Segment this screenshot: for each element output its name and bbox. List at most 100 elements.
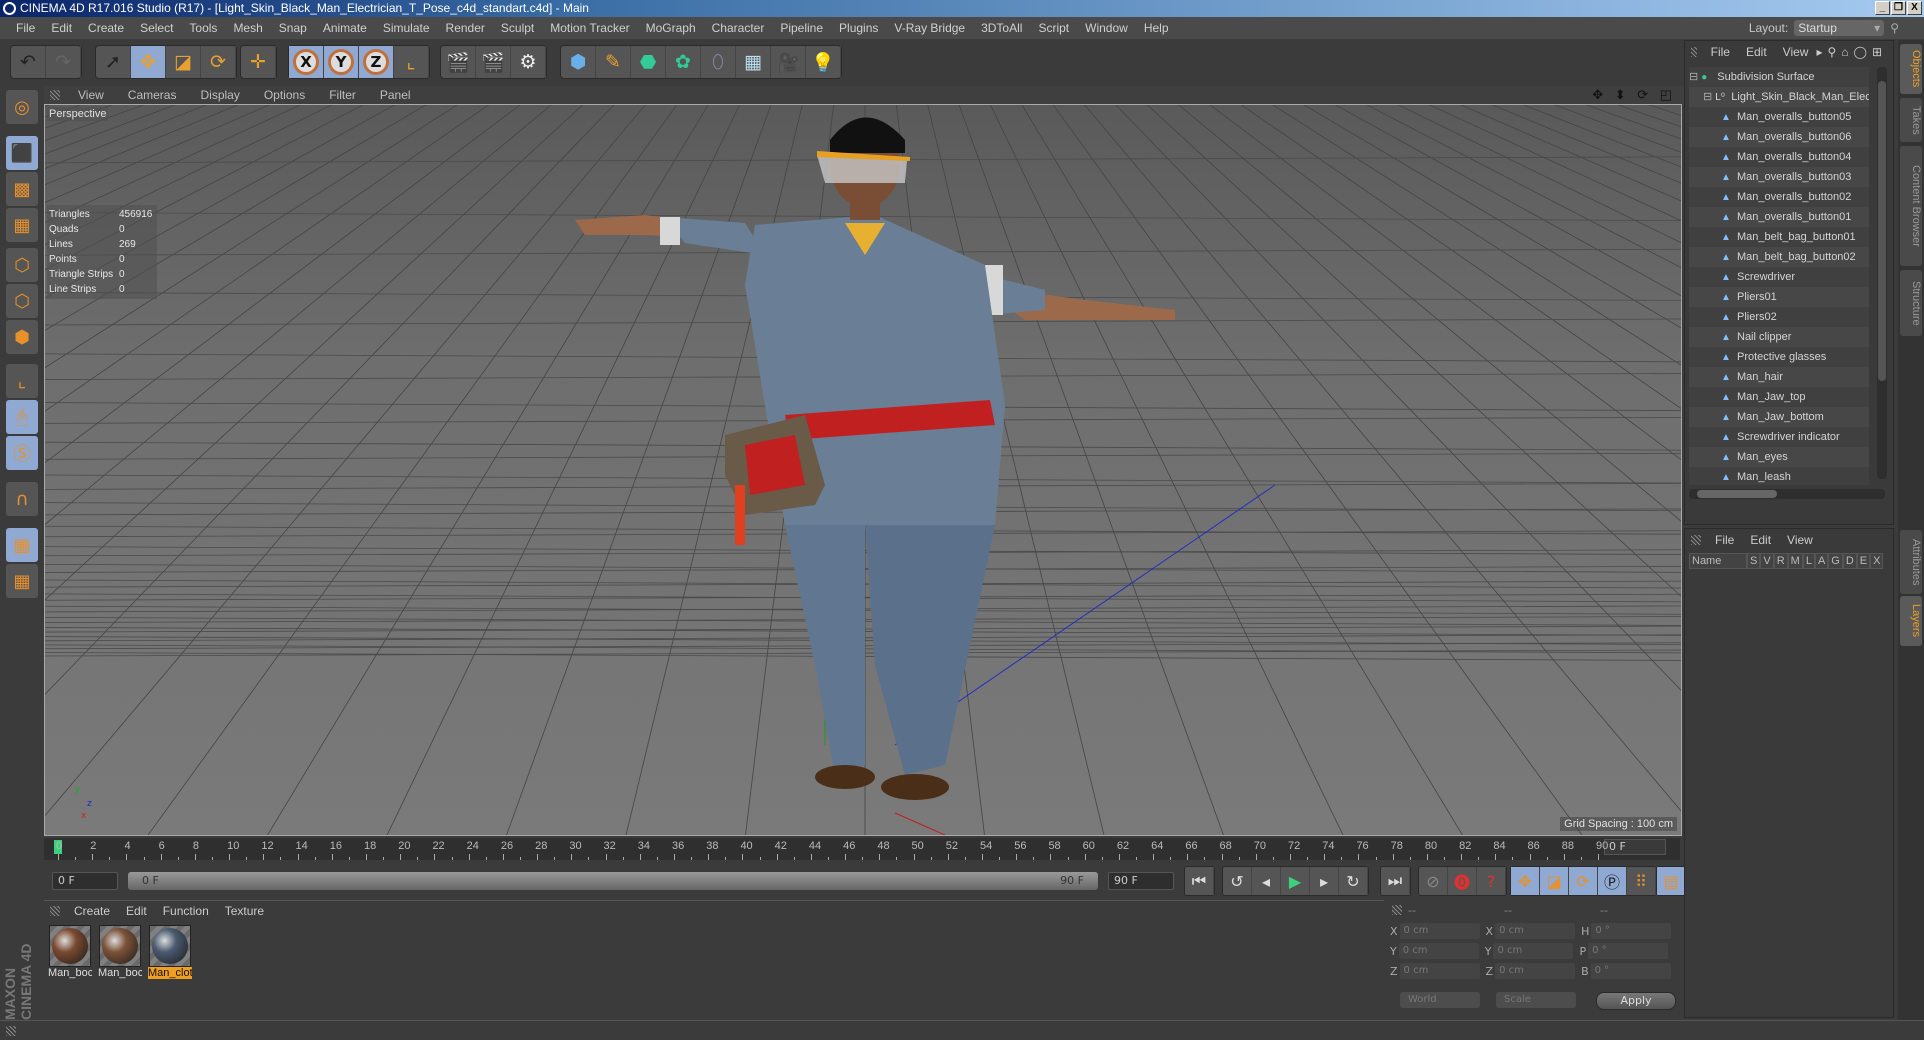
object-tree-item[interactable]: ▲ Man_overalls_button01 — [1689, 207, 1869, 227]
rotation-field[interactable]: 0 ° — [1590, 963, 1671, 979]
object-tree-item[interactable]: ▲ Screwdriver — [1689, 267, 1869, 287]
menu-edit[interactable]: Edit — [43, 21, 80, 35]
viewport-menu-filter[interactable]: Filter — [317, 88, 368, 102]
y-axis-lock-icon[interactable]: Y — [324, 46, 359, 78]
workplane-align-icon[interactable]: ▦ — [6, 564, 38, 598]
tab-layers[interactable]: Layers — [1900, 596, 1922, 646]
key-position-icon[interactable]: ✥ — [1511, 867, 1540, 895]
object-manager-tools-icons[interactable]: ▸⚲⌂◯⊞ — [1816, 45, 1887, 59]
object-tree-item[interactable]: ▲ Man_Jaw_top — [1689, 387, 1869, 407]
edges-mode-icon[interactable]: ⬡ — [6, 284, 38, 318]
object-root[interactable]: ⊟ ● Subdivision Surface — [1689, 67, 1869, 87]
timeline-ruler[interactable]: 0 F 0 2 4 6 8 10 12 14 16 18 20 22 24 26 28 30 32 34 36 38 4… — [44, 838, 1680, 860]
pen-spline-icon[interactable]: ✎ — [596, 46, 631, 78]
menu-create[interactable]: Create — [80, 21, 132, 35]
layers-menu-edit[interactable]: Edit — [1742, 533, 1779, 547]
rotate-icon[interactable]: ⟳ — [201, 46, 236, 78]
search-icon[interactable]: ⚲ — [1890, 21, 1899, 35]
x-axis-lock-icon[interactable]: X — [289, 46, 324, 78]
menu-tools[interactable]: Tools — [181, 21, 225, 35]
object-vertical-scrollbar[interactable] — [1877, 67, 1887, 479]
key-scale-icon[interactable]: ◪ — [1540, 867, 1569, 895]
goto-start-icon[interactable]: ⏮ — [1185, 867, 1214, 895]
close-button[interactable]: X — [1907, 1, 1922, 15]
panel-grip-icon[interactable] — [1691, 47, 1697, 57]
menu-plugins[interactable]: Plugins — [831, 21, 886, 35]
menu-pipeline[interactable]: Pipeline — [772, 21, 831, 35]
material-swatch[interactable]: Man_boc — [98, 925, 142, 983]
render-settings-icon[interactable]: ⚙ — [511, 46, 546, 78]
size-mode-dropdown[interactable]: Scale — [1496, 992, 1576, 1008]
key-rotation-icon[interactable]: ⟳ — [1569, 867, 1598, 895]
goto-end-icon[interactable]: ⏭ — [1381, 867, 1410, 895]
workplane-lock-icon[interactable]: ▦ — [6, 528, 38, 562]
viewport-menu-cameras[interactable]: Cameras — [116, 88, 189, 102]
object-tree-item[interactable]: ▲ Man_belt_bag_button01 — [1689, 227, 1869, 247]
viewport-menu-options[interactable]: Options — [252, 88, 317, 102]
object-tree-item[interactable]: ▲ Protective glasses — [1689, 347, 1869, 367]
panel-grip-icon[interactable] — [50, 906, 60, 916]
object-tree-item[interactable]: ▲ Man_hair — [1689, 367, 1869, 387]
key-pla-icon[interactable]: ⠿ — [1627, 867, 1656, 895]
menu-mesh[interactable]: Mesh — [225, 21, 270, 35]
render-picture-viewer-icon[interactable]: 🎬 — [476, 46, 511, 78]
viewport-menu-view[interactable]: View — [66, 88, 116, 102]
viewport-navigation-icons[interactable]: ✥ ⬍ ⟳ ◰ — [1592, 87, 1676, 103]
viewport-perspective[interactable]: Perspective Triangles 456916 Quads 0 Lines 26… — [44, 104, 1682, 836]
recent-tool-icon[interactable]: ✛ — [241, 46, 276, 78]
menu-render[interactable]: Render — [438, 21, 493, 35]
undo-icon[interactable]: ↶ — [11, 46, 46, 78]
object-tree-item[interactable]: ▲ Man_eyes — [1689, 447, 1869, 467]
size-field[interactable]: 0 cm — [1493, 943, 1574, 959]
cloner-icon[interactable]: ✿ — [666, 46, 701, 78]
position-field[interactable]: 0 cm — [1399, 963, 1480, 979]
tab-takes[interactable]: Takes — [1900, 98, 1922, 142]
snap-icon[interactable]: ∩ — [6, 482, 38, 516]
play-icon[interactable]: ▶ — [1281, 867, 1310, 895]
points-mode-icon[interactable]: ⬡ — [6, 248, 38, 282]
object-horizontal-scrollbar[interactable] — [1689, 489, 1885, 499]
tab-structure[interactable]: Structure — [1900, 270, 1922, 336]
menu-sculpt[interactable]: Sculpt — [493, 21, 542, 35]
tab-content-browser[interactable]: Content Browser — [1900, 146, 1922, 266]
deformer-icon[interactable]: ⬯ — [701, 46, 736, 78]
object-tree-item[interactable]: ▲ Man_overalls_button05 — [1689, 107, 1869, 127]
tab-objects[interactable]: Objects — [1900, 44, 1922, 94]
model-mode-icon[interactable]: ⬛ — [6, 136, 38, 170]
panel-grip-icon[interactable] — [1691, 535, 1701, 545]
end-frame-field[interactable]: 90 F — [1108, 872, 1174, 890]
object-tree-item[interactable]: ▲ Man_overalls_button03 — [1689, 167, 1869, 187]
key-parameter-icon[interactable]: Ⓟ — [1598, 867, 1627, 895]
restore-button[interactable]: ❐ — [1891, 1, 1906, 15]
make-editable-icon[interactable]: ◎ — [6, 90, 38, 124]
object-tree-item[interactable]: ▲ Man_leash — [1689, 467, 1869, 485]
current-frame-field[interactable]: 0 F — [1604, 839, 1666, 855]
object-tree-item[interactable]: ▲ Screwdriver indicator — [1689, 427, 1869, 447]
autokey-icon[interactable]: ? — [1477, 867, 1506, 895]
object-tree-item[interactable]: ▲ Man_overalls_button06 — [1689, 127, 1869, 147]
size-field[interactable]: 0 cm — [1495, 963, 1576, 979]
material-swatch[interactable]: Man_clot — [148, 925, 192, 983]
layer-column-x[interactable]: X — [1870, 553, 1884, 569]
camera-icon[interactable]: 🎥 — [771, 46, 806, 78]
prev-key-icon[interactable]: ↺ — [1223, 867, 1252, 895]
coordinate-mode-dropdown[interactable]: World — [1400, 992, 1480, 1008]
z-axis-lock-icon[interactable]: Z — [359, 46, 394, 78]
layer-column-a[interactable]: A — [1814, 553, 1829, 569]
layers-menu-file[interactable]: File — [1707, 533, 1742, 547]
scale-icon[interactable]: ◪ — [166, 46, 201, 78]
menu-3dtoall[interactable]: 3DToAll — [973, 21, 1030, 35]
object-tree-item[interactable]: ▲ Pliers02 — [1689, 307, 1869, 327]
tweak-mode-icon[interactable]: 🖱 — [6, 400, 38, 434]
menu-help[interactable]: Help — [1136, 21, 1177, 35]
menu-script[interactable]: Script — [1030, 21, 1077, 35]
material-swatch[interactable]: Man_boc — [48, 925, 92, 983]
light-icon[interactable]: 💡 — [806, 46, 841, 78]
material-menu-create[interactable]: Create — [66, 904, 118, 918]
workplane-mode-icon[interactable]: ▦ — [6, 208, 38, 242]
timeline-window-icon[interactable]: ▤ — [1657, 867, 1686, 895]
next-key-icon[interactable]: ↻ — [1339, 867, 1368, 895]
objects-menu-file[interactable]: File — [1703, 45, 1738, 59]
layer-column-g[interactable]: G — [1828, 553, 1843, 569]
start-frame-field[interactable]: 0 F — [52, 872, 118, 890]
